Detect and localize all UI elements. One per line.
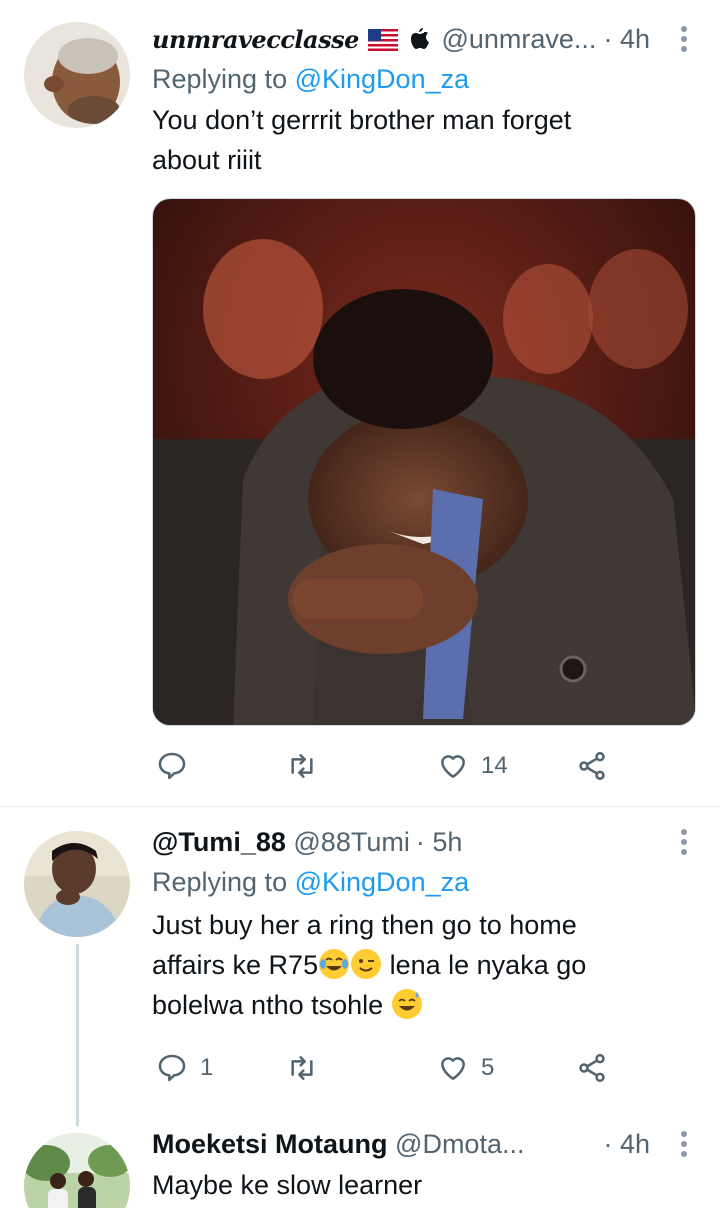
reply-icon	[158, 1054, 186, 1082]
like-count: 14	[481, 752, 508, 779]
avatar[interactable]	[24, 22, 130, 128]
share-icon	[579, 751, 605, 781]
handle[interactable]: @unmrave...	[441, 24, 596, 54]
more-icon[interactable]	[672, 22, 696, 56]
reply-mention[interactable]: @KingDon_za	[295, 867, 470, 897]
reply-icon	[158, 752, 186, 780]
retweet-icon	[291, 1056, 313, 1080]
handle[interactable]: @Dmota...	[395, 1129, 524, 1159]
display-name[interactable]: Moeketsi Motaung	[152, 1129, 388, 1159]
retweet-icon	[291, 754, 313, 778]
reply-button[interactable]	[156, 746, 200, 786]
tweet-image[interactable]	[152, 198, 696, 726]
timestamp[interactable]: · 4h	[603, 1125, 650, 1163]
like-button[interactable]: 5	[437, 1048, 494, 1088]
like-count: 5	[481, 1054, 495, 1081]
avatar[interactable]	[24, 1133, 130, 1208]
tweet-header: @Tumi_88 @88Tumi · 5h	[152, 823, 696, 863]
tweet-text: You don’t gerrrit brother man forget abo…	[152, 105, 572, 175]
tweet-tumi[interactable]: @Tumi_88 @88Tumi · 5h Replying to @KingDo…	[0, 807, 720, 1127]
tweet-text: Maybe ke slow learner	[152, 1170, 423, 1200]
reply-button[interactable]: 1	[156, 1048, 213, 1088]
timestamp[interactable]: · 5h	[416, 827, 463, 857]
us-flag-icon	[368, 23, 399, 61]
sweat-smile-emoji-icon	[391, 989, 422, 1019]
reply-context: Replying to @KingDon_za	[152, 863, 696, 901]
tears-of-joy-emoji-icon	[319, 949, 350, 979]
share-button[interactable]	[576, 746, 608, 786]
retweet-button[interactable]	[286, 746, 330, 786]
timestamp[interactable]: · 4h	[603, 20, 650, 58]
avatar[interactable]	[24, 831, 130, 937]
heart-icon	[441, 1057, 465, 1080]
reply-context: Replying to @KingDon_za	[152, 60, 696, 98]
tweet-header: Moeketsi Motaung @Dmota... · 4h	[152, 1125, 696, 1165]
share-icon	[579, 1053, 605, 1083]
tweet-moeketsi[interactable]: Moeketsi Motaung @Dmota... · 4h Maybe ke…	[0, 1127, 720, 1208]
more-icon[interactable]	[672, 825, 696, 859]
wink-emoji-icon	[351, 949, 382, 979]
tweet-header: unmravecclasse @unmrave... · 4h	[152, 20, 696, 60]
display-name[interactable]: @Tumi_88	[152, 827, 286, 857]
display-name[interactable]: unmravecclasse	[152, 25, 359, 54]
more-icon[interactable]	[672, 1127, 696, 1161]
reply-label: Replying to	[152, 867, 288, 897]
like-button[interactable]: 14	[437, 746, 508, 786]
reply-mention[interactable]: @KingDon_za	[295, 64, 470, 94]
apple-icon	[410, 22, 430, 60]
heart-icon	[441, 755, 465, 778]
retweet-button[interactable]	[286, 1048, 330, 1088]
share-button[interactable]	[576, 1048, 608, 1088]
handle[interactable]: @88Tumi	[293, 827, 409, 857]
reply-label: Replying to	[152, 64, 288, 94]
reply-count: 1	[200, 1054, 214, 1081]
tweet-text: Just buy her a ring then go to home affa…	[152, 905, 652, 1025]
tweet-unmravecclasse[interactable]: unmravecclasse @unmrave... · 4h Replying…	[0, 0, 720, 806]
